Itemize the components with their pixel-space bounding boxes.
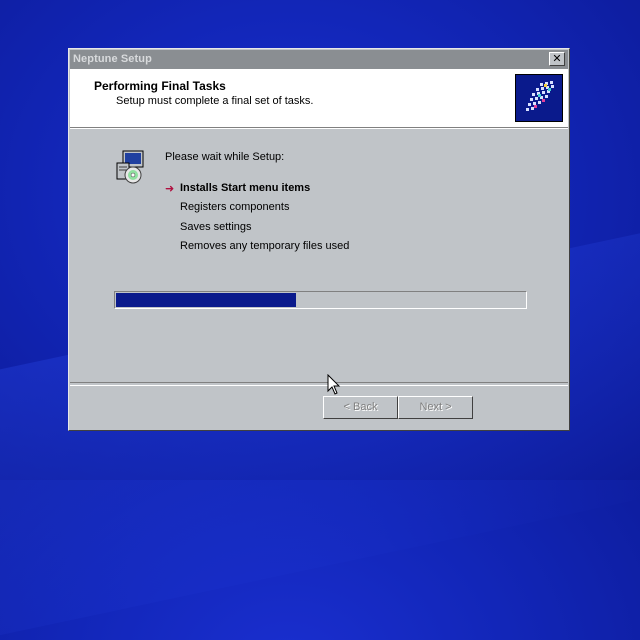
task-item-cleanup: Removes any temporary files used [180,240,350,252]
task-item-save-settings: Saves settings [180,221,252,233]
task-item-register: Registers components [180,201,290,213]
close-button[interactable]: ✕ [549,52,565,66]
progress-fill [116,293,296,307]
back-button[interactable]: < Back [323,396,398,419]
setup-grid-logo-icon [515,74,563,122]
header-subtitle: Setup must complete a final set of tasks… [116,95,314,107]
setup-computer-cd-icon [113,149,149,185]
next-button[interactable]: Next > [398,396,473,419]
header-title: Performing Final Tasks [94,79,226,93]
setup-window: Neptune Setup ✕ Performing Final Tasks S… [68,48,570,431]
close-icon: ✕ [552,53,562,65]
progress-bar [114,291,527,309]
wizard-header: Performing Final Tasks Setup must comple… [70,69,568,128]
mouse-pointer-icon [327,374,341,395]
task-item-start-menu: Installs Start menu items [180,182,311,194]
footer-divider [70,382,568,386]
intro-text: Please wait while Setup: [165,151,285,163]
header-separator [70,128,568,129]
title-bar[interactable]: Neptune Setup ✕ [70,50,568,69]
current-task-arrow-icon: ➜ [165,183,175,195]
window-title: Neptune Setup [73,53,152,65]
